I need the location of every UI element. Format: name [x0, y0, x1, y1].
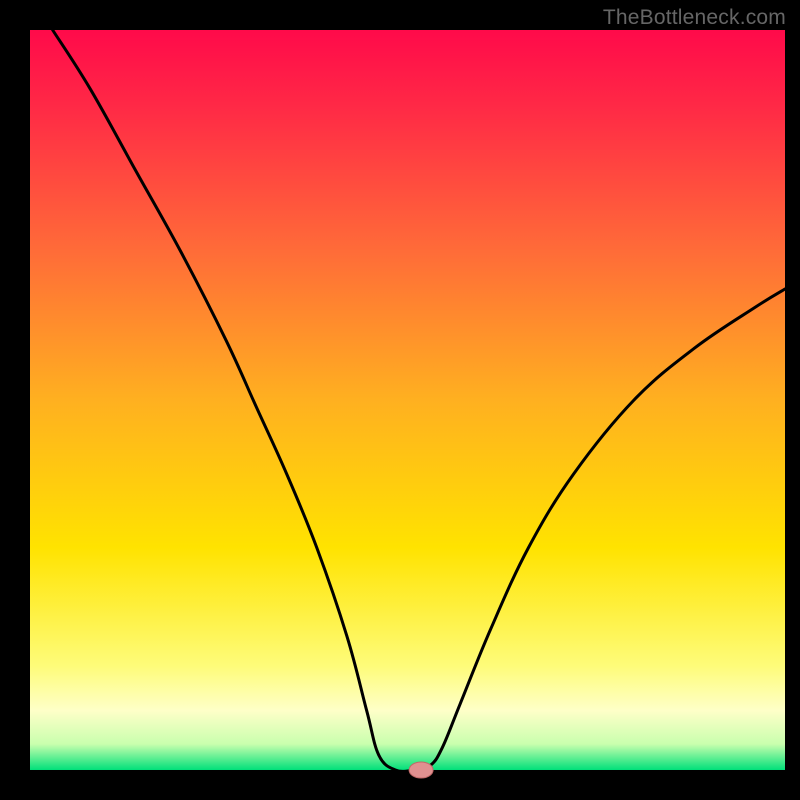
attribution-text: TheBottleneck.com — [603, 6, 786, 30]
plot-background — [30, 30, 785, 770]
bottleneck-chart — [0, 0, 800, 800]
chart-container: TheBottleneck.com — [0, 0, 800, 800]
optimal-marker — [409, 762, 433, 778]
